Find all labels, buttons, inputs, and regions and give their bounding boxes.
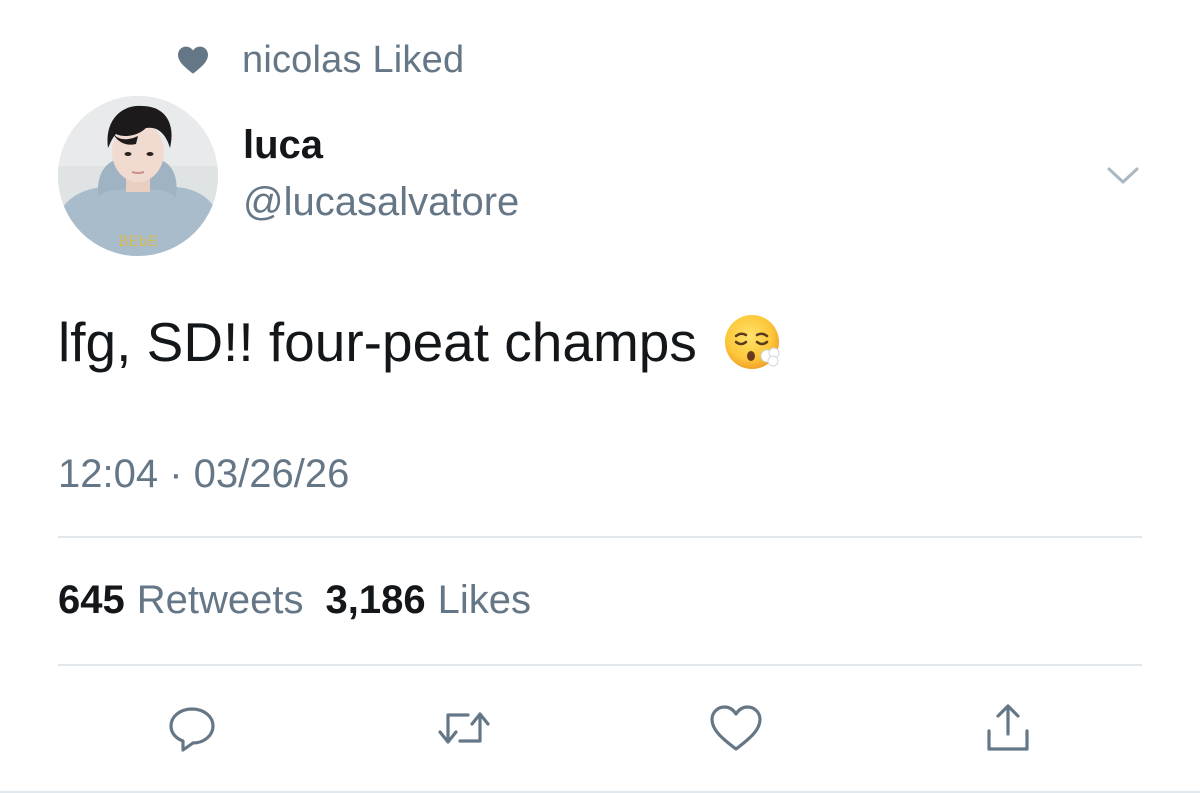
divider [58,536,1142,538]
reply-icon [165,701,219,760]
retweet-icon [434,701,494,760]
action-bar [0,700,1200,760]
author-display-name[interactable]: luca [243,123,323,168]
author-handle[interactable]: @lucasalvatore [243,180,519,225]
avatar[interactable]: BEbE [58,96,218,256]
likes-label[interactable]: Likes [438,578,531,623]
retweet-button[interactable] [434,700,494,760]
like-button[interactable] [706,700,766,760]
retweets-label[interactable]: Retweets [137,578,304,623]
heart-outline-icon [708,702,764,759]
face-exhaling-emoji [723,312,783,372]
share-icon [981,701,1035,760]
retweets-count[interactable]: 645 [58,578,125,623]
hoodie-print: BEbE [118,234,158,250]
heart-icon [176,45,210,75]
social-context[interactable]: nicolas Liked [176,38,464,82]
tweet-timestamp[interactable]: 12:04 · 03/26/26 [58,452,349,497]
likes-count[interactable]: 3,186 [326,578,426,623]
social-context-text: nicolas Liked [242,38,465,81]
tweet-text: lfg, SD!! four-peat champs [58,310,783,374]
tweet-stats: 645 Retweets 3,186 Likes [58,578,553,623]
share-button[interactable] [978,700,1038,760]
tweet-body: lfg, SD!! four-peat champs [58,311,697,373]
reply-button[interactable] [162,700,222,760]
divider [58,664,1142,666]
chevron-down-icon[interactable] [1103,160,1143,190]
